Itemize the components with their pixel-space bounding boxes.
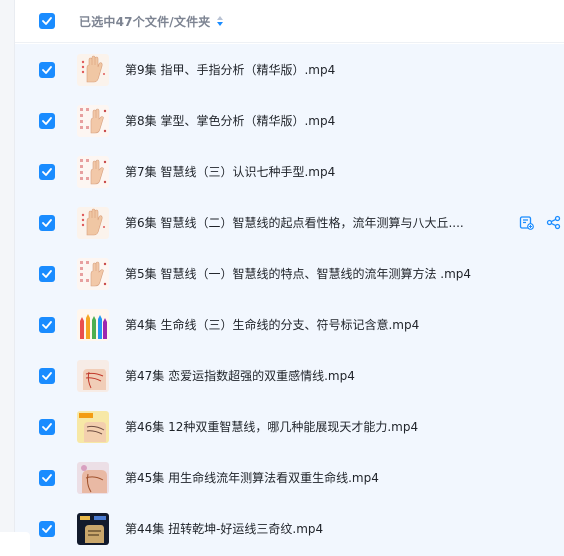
row-actions	[519, 215, 561, 230]
file-row[interactable]: 第46集 12种双重智慧线，哪几种能展现天才能力.mp4	[15, 401, 564, 452]
corner-patch	[0, 532, 30, 556]
file-name[interactable]: 第9集 指甲、手指分析（精华版）.mp4	[125, 61, 335, 78]
share-icon[interactable]	[546, 215, 561, 230]
file-name[interactable]: 第45集 用生命线流年测算法看双重生命线.mp4	[125, 469, 379, 486]
video-thumbnail[interactable]	[77, 206, 109, 239]
file-checkbox[interactable]	[39, 469, 55, 486]
file-name[interactable]: 第6集 智慧线（二）智慧线的起点看性格，流年测算与八大丘....	[125, 214, 464, 231]
file-row[interactable]: 第44集 扭转乾坤-好运线三奇纹.mp4	[15, 503, 564, 554]
video-thumbnail[interactable]	[77, 53, 109, 86]
file-row[interactable]: 第45集 用生命线流年测算法看双重生命线.mp4	[15, 452, 564, 503]
video-thumbnail[interactable]	[77, 308, 109, 341]
file-checkbox[interactable]	[39, 61, 55, 78]
file-row[interactable]: 第7集 智慧线（三）认识七种手型.mp4	[15, 146, 564, 197]
video-thumbnail[interactable]	[77, 512, 109, 545]
file-row[interactable]: 第8集 掌型、掌色分析（精华版）.mp4	[15, 95, 564, 146]
file-name[interactable]: 第47集 恋爱运指数超强的双重感情线.mp4	[125, 367, 355, 384]
file-checkbox[interactable]	[39, 265, 55, 282]
file-checkbox[interactable]	[39, 367, 55, 384]
file-checkbox[interactable]	[39, 163, 55, 180]
file-checkbox[interactable]	[39, 316, 55, 333]
file-name[interactable]: 第4集 生命线（三）生命线的分支、符号标记含意.mp4	[125, 316, 419, 333]
selection-count-text: 已选中47个文件/文件夹	[79, 14, 211, 29]
video-thumbnail[interactable]	[77, 359, 109, 392]
select-all-checkbox[interactable]	[39, 13, 55, 29]
file-name[interactable]: 第44集 扭转乾坤-好运线三奇纹.mp4	[125, 520, 323, 537]
file-name[interactable]: 第5集 智慧线（一）智慧线的特点、智慧线的流年测算方法 .mp4	[125, 265, 471, 282]
file-row[interactable]: 第9集 指甲、手指分析（精华版）.mp4	[15, 44, 564, 95]
file-name[interactable]: 第8集 掌型、掌色分析（精华版）.mp4	[125, 112, 335, 129]
file-row[interactable]: 第47集 恋爱运指数超强的双重感情线.mp4	[15, 350, 564, 401]
file-row[interactable]: 第5集 智慧线（一）智慧线的特点、智慧线的流年测算方法 .mp4	[15, 248, 564, 299]
video-thumbnail[interactable]	[77, 461, 109, 494]
file-row[interactable]: 第4集 生命线（三）生命线的分支、符号标记含意.mp4	[15, 299, 564, 350]
sort-icon[interactable]	[216, 15, 224, 27]
video-thumbnail[interactable]	[77, 410, 109, 443]
video-thumbnail[interactable]	[77, 257, 109, 290]
file-checkbox[interactable]	[39, 214, 55, 231]
selection-header: 已选中47个文件/文件夹	[15, 0, 564, 43]
video-thumbnail[interactable]	[77, 155, 109, 188]
file-checkbox[interactable]	[39, 418, 55, 435]
video-thumbnail[interactable]	[77, 104, 109, 137]
file-name[interactable]: 第46集 12种双重智慧线，哪几种能展现天才能力.mp4	[125, 418, 418, 435]
file-row[interactable]: 第6集 智慧线（二）智慧线的起点看性格，流年测算与八大丘....	[15, 197, 564, 248]
file-checkbox[interactable]	[39, 112, 55, 129]
file-list: 第9集 指甲、手指分析（精华版）.mp4 第8集 掌型、掌色分析（精华版）.mp4…	[15, 44, 564, 556]
left-panel-edge	[0, 0, 14, 556]
save-to-drive-icon[interactable]	[519, 215, 534, 230]
file-name[interactable]: 第7集 智慧线（三）认识七种手型.mp4	[125, 163, 335, 180]
file-checkbox[interactable]	[39, 520, 55, 537]
